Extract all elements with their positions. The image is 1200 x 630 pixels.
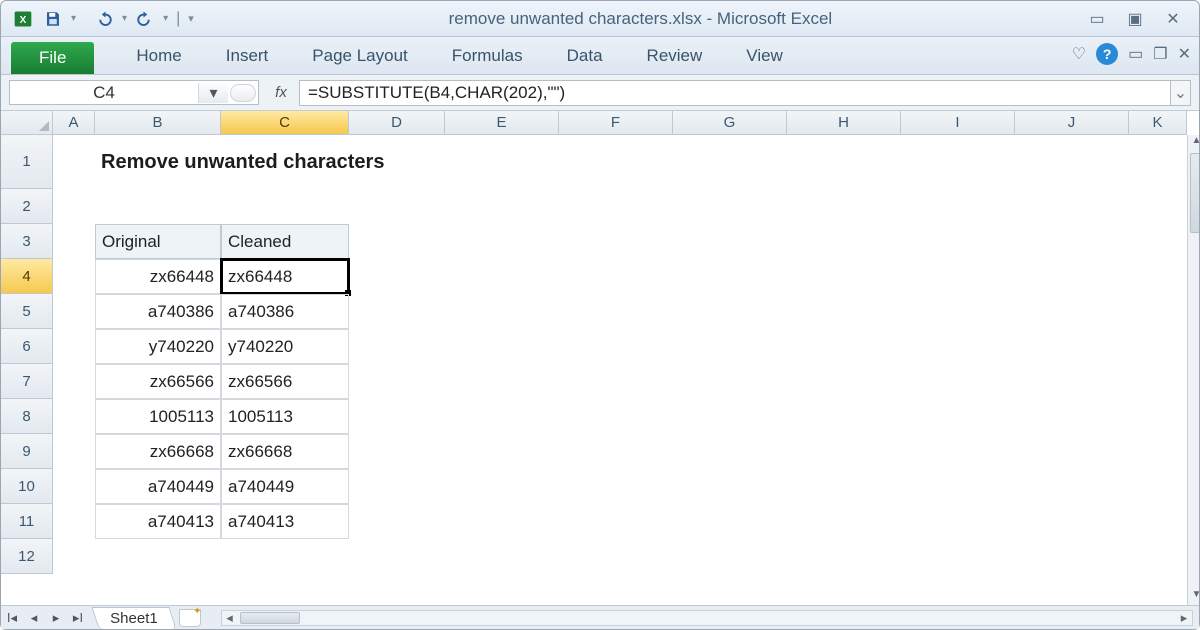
sheet-nav-first[interactable]: I◂ <box>1 610 23 626</box>
cell-original-6[interactable]: zx66668 <box>95 434 221 469</box>
ribbon-tabs: File HomeInsertPage LayoutFormulasDataRe… <box>1 37 1199 75</box>
help-icon[interactable]: ? <box>1096 43 1118 65</box>
row-header-5[interactable]: 5 <box>1 294 53 329</box>
cell-cleaned-2[interactable]: a740386 <box>221 294 349 329</box>
column-header-I[interactable]: I <box>901 111 1015 135</box>
row-header-1[interactable]: 1 <box>1 135 53 189</box>
tab-view[interactable]: View <box>724 40 805 74</box>
cells-area[interactable]: Remove unwanted characters OriginalCleane… <box>53 135 1187 574</box>
column-header-C[interactable]: C <box>221 111 349 135</box>
column-header-E[interactable]: E <box>445 111 559 135</box>
row-header-3[interactable]: 3 <box>1 224 53 259</box>
undo-button[interactable] <box>90 7 118 31</box>
row-header-12[interactable]: 12 <box>1 539 53 574</box>
title-bar: X ▾ ▾ ▾ | ▾ remove unwanted characters.x… <box>1 1 1199 37</box>
column-header-J[interactable]: J <box>1015 111 1129 135</box>
row-header-7[interactable]: 7 <box>1 364 53 399</box>
column-header-B[interactable]: B <box>95 111 221 135</box>
sheet-tab[interactable]: Sheet1 <box>91 607 176 629</box>
formula-bar: C4 ▾ fx =SUBSTITUTE(B4,CHAR(202),"") ⌄ <box>1 75 1199 111</box>
row-header-6[interactable]: 6 <box>1 329 53 364</box>
ribbon-minimize-icon[interactable]: ♡ <box>1072 44 1086 64</box>
window-controls: ▭ ▣ ✕ <box>1087 9 1193 29</box>
hscroll-thumb[interactable] <box>240 612 300 624</box>
cell-original-2[interactable]: a740386 <box>95 294 221 329</box>
cell-header-cleaned[interactable]: Cleaned <box>221 224 349 259</box>
sheet-nav-next[interactable]: ▸ <box>45 610 67 626</box>
cell-cleaned-8[interactable]: a740413 <box>221 504 349 539</box>
vscroll-thumb[interactable] <box>1190 153 1199 233</box>
column-header-K[interactable]: K <box>1129 111 1187 135</box>
tab-formulas[interactable]: Formulas <box>430 40 545 74</box>
cell-header-original[interactable]: Original <box>95 224 221 259</box>
formula-bar-expand[interactable]: ⌄ <box>1171 80 1191 106</box>
row-header-11[interactable]: 11 <box>1 504 53 539</box>
column-header-A[interactable]: A <box>53 111 95 135</box>
minimize-button[interactable]: ▭ <box>1087 9 1107 29</box>
excel-window: X ▾ ▾ ▾ | ▾ remove unwanted characters.x… <box>0 0 1200 630</box>
quick-access-toolbar: ▾ ▾ ▾ | ▾ <box>39 7 194 31</box>
sheet-tab-label: Sheet1 <box>110 610 158 627</box>
row-header-8[interactable]: 8 <box>1 399 53 434</box>
cell-original-8[interactable]: a740413 <box>95 504 221 539</box>
tab-page-layout[interactable]: Page Layout <box>290 40 429 74</box>
name-box-handle[interactable] <box>230 84 256 102</box>
cell-cleaned-6[interactable]: zx66668 <box>221 434 349 469</box>
column-header-H[interactable]: H <box>787 111 901 135</box>
sheet-nav-last[interactable]: ▸I <box>67 610 89 626</box>
horizontal-scrollbar[interactable]: ◂ ▸ <box>221 610 1193 626</box>
row-headers: 123456789101112 <box>1 135 53 605</box>
file-tab[interactable]: File <box>11 42 94 74</box>
scroll-right-icon[interactable]: ▸ <box>1176 610 1192 626</box>
cell-title[interactable]: Remove unwanted characters <box>95 135 559 189</box>
cell-original-3[interactable]: y740220 <box>95 329 221 364</box>
cell-cleaned-1[interactable]: zx66448 <box>221 259 349 294</box>
cell-original-1[interactable]: zx66448 <box>95 259 221 294</box>
excel-app-icon: X <box>13 9 33 29</box>
row-header-10[interactable]: 10 <box>1 469 53 504</box>
cell-cleaned-4[interactable]: zx66566 <box>221 364 349 399</box>
cell-cleaned-5[interactable]: 1005113 <box>221 399 349 434</box>
redo-button[interactable] <box>131 7 159 31</box>
save-button[interactable] <box>39 7 67 31</box>
worksheet-grid[interactable]: ABCDEFGHIJK 123456789101112 Remove unwan… <box>1 111 1199 605</box>
column-header-F[interactable]: F <box>559 111 673 135</box>
insert-function-button[interactable]: fx <box>263 84 299 101</box>
insert-worksheet-button[interactable] <box>179 609 201 627</box>
close-button[interactable]: ✕ <box>1163 9 1183 29</box>
cell-cleaned-3[interactable]: y740220 <box>221 329 349 364</box>
scroll-down-icon[interactable]: ▼ <box>1192 589 1199 605</box>
svg-text:X: X <box>20 15 27 26</box>
cell-cleaned-7[interactable]: a740449 <box>221 469 349 504</box>
sheet-tab-bar: I◂ ◂ ▸ ▸I Sheet1 ◂ ▸ <box>1 605 1199 629</box>
tab-insert[interactable]: Insert <box>204 40 291 74</box>
scroll-up-icon[interactable]: ▲ <box>1192 135 1199 151</box>
column-header-D[interactable]: D <box>349 111 445 135</box>
row-header-9[interactable]: 9 <box>1 434 53 469</box>
window-title: remove unwanted characters.xlsx - Micros… <box>194 9 1087 29</box>
name-box-dropdown[interactable]: ▾ <box>198 83 228 103</box>
name-box-value: C4 <box>10 83 198 103</box>
cell-original-7[interactable]: a740449 <box>95 469 221 504</box>
column-headers: ABCDEFGHIJK <box>53 111 1187 135</box>
workbook-close-button[interactable]: ✕ <box>1178 44 1191 64</box>
row-header-2[interactable]: 2 <box>1 189 53 224</box>
formula-input[interactable]: =SUBSTITUTE(B4,CHAR(202),"") <box>299 80 1171 106</box>
workbook-restore-button[interactable]: ❐ <box>1153 44 1167 64</box>
workbook-minimize-button[interactable]: ▭ <box>1128 44 1143 64</box>
vertical-scrollbar[interactable]: ▲ ▼ <box>1187 135 1199 605</box>
tab-home[interactable]: Home <box>114 40 203 74</box>
cell-original-5[interactable]: 1005113 <box>95 399 221 434</box>
name-box[interactable]: C4 ▾ <box>9 80 259 105</box>
cell-original-4[interactable]: zx66566 <box>95 364 221 399</box>
row-header-4[interactable]: 4 <box>1 259 53 294</box>
scroll-left-icon[interactable]: ◂ <box>222 610 238 626</box>
select-all-corner[interactable] <box>1 111 53 135</box>
tab-data[interactable]: Data <box>545 40 625 74</box>
maximize-button[interactable]: ▣ <box>1125 9 1145 29</box>
sheet-nav-prev[interactable]: ◂ <box>23 610 45 626</box>
tab-review[interactable]: Review <box>625 40 725 74</box>
column-header-G[interactable]: G <box>673 111 787 135</box>
